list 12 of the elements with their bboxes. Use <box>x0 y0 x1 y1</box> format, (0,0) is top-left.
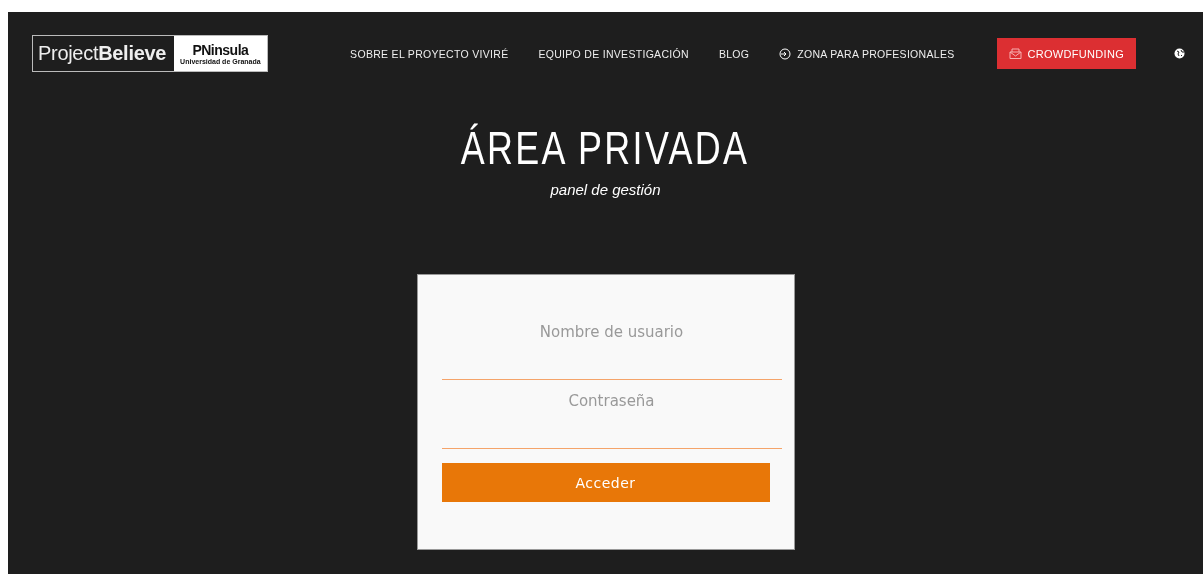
nav-link[interactable]: BLOG <box>718 47 750 60</box>
sign-in-icon <box>779 47 792 60</box>
page-title: ÁREA PRIVADA <box>461 123 750 173</box>
page-subtitle: panel de gestión <box>550 181 661 198</box>
crowdfunding-button[interactable]: CROWDFUNDING <box>996 38 1136 69</box>
input-field[interactable]: Contraseña <box>441 380 782 449</box>
envelope-icon <box>1008 48 1022 59</box>
globe-icon[interactable] <box>1174 48 1185 59</box>
nav-link[interactable]: ZONA PARA PROFESIONALES <box>779 47 955 60</box>
nav-link[interactable]: EQUIPO DE INVESTIGACIÓN <box>538 47 689 60</box>
input-field[interactable]: Nombre de usuario <box>441 311 782 380</box>
nav-link[interactable]: SOBRE EL PROYECTO VIVIRÉ <box>350 47 509 60</box>
